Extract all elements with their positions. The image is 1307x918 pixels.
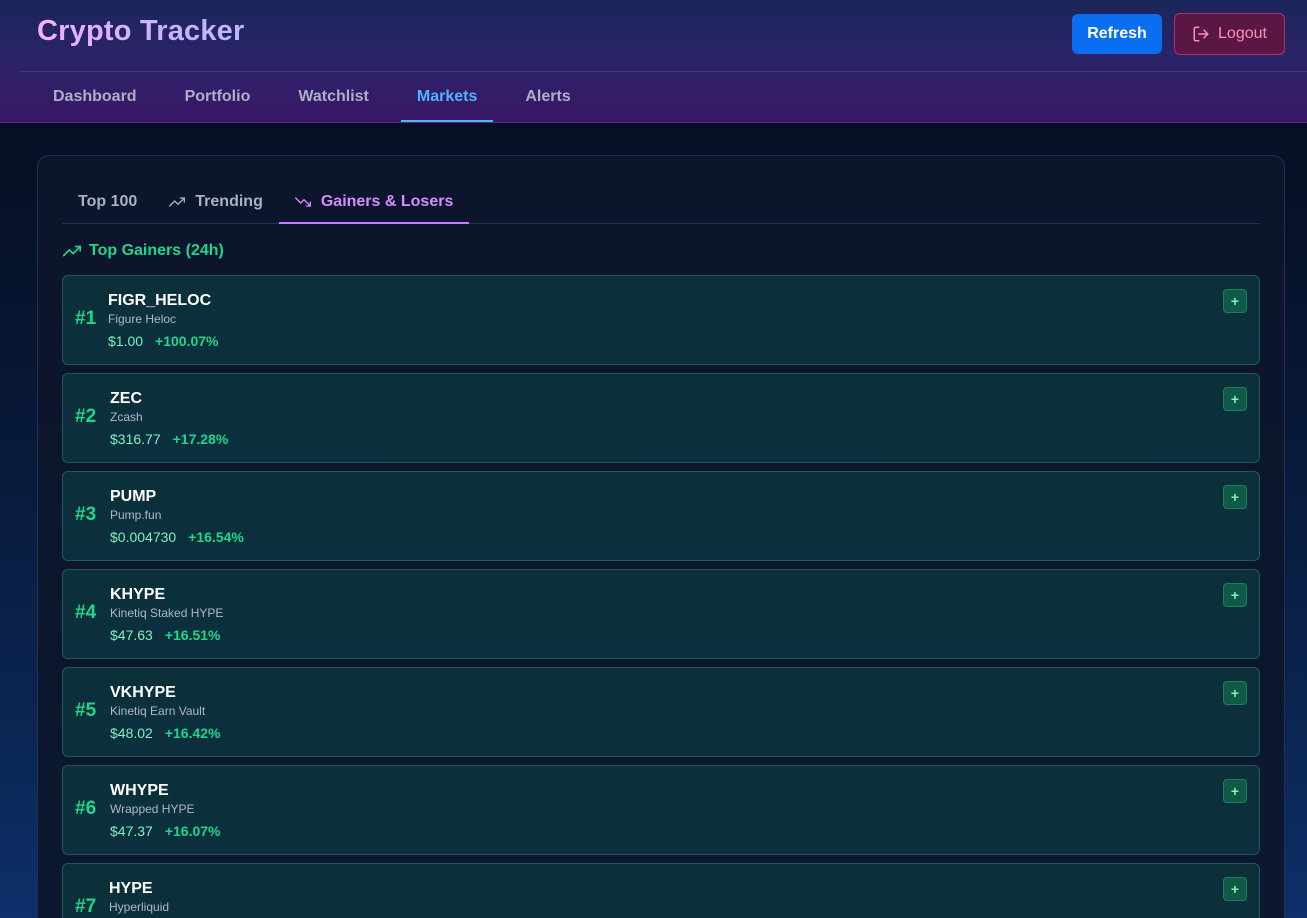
nav-dashboard[interactable]: Dashboard bbox=[37, 72, 153, 122]
header: Crypto Tracker Refresh Logout Dashboard … bbox=[0, 0, 1307, 123]
coin-meta: $0.004730 +16.54% bbox=[110, 528, 244, 546]
list-item[interactable]: #6 WHYPE Wrapped HYPE $47.37 +16.07% + bbox=[62, 765, 1260, 855]
add-to-watchlist-button[interactable]: + bbox=[1223, 877, 1247, 901]
coin-meta: $1.00 +100.07% bbox=[108, 332, 219, 350]
coin-name: Pump.fun bbox=[110, 508, 162, 522]
add-to-watchlist-button[interactable]: + bbox=[1223, 387, 1247, 411]
coin-name: Kinetiq Staked HYPE bbox=[110, 606, 224, 620]
app-root: Crypto Tracker Refresh Logout Dashboard … bbox=[0, 0, 1307, 918]
app-title: Crypto Tracker bbox=[37, 15, 245, 47]
list-item[interactable]: #1 FIGR_HELOC Figure Heloc $1.00 +100.07… bbox=[62, 275, 1260, 365]
rank-label: #3 bbox=[75, 504, 97, 525]
list-item[interactable]: #5 VKHYPE Kinetiq Earn Vault $48.02 +16.… bbox=[62, 667, 1260, 757]
add-to-watchlist-button[interactable]: + bbox=[1223, 289, 1247, 313]
nav-watchlist[interactable]: Watchlist bbox=[282, 72, 385, 122]
tab-trending-label: Trending bbox=[195, 192, 263, 210]
coin-change: +100.07% bbox=[155, 333, 219, 349]
coin-price: $47.37 bbox=[110, 823, 153, 839]
coin-price: $0.004730 bbox=[110, 529, 177, 545]
coin-symbol: FIGR_HELOC bbox=[108, 292, 212, 309]
logout-button[interactable]: Logout bbox=[1174, 13, 1285, 55]
refresh-button[interactable]: Refresh bbox=[1072, 14, 1162, 54]
coin-info: HYPE Hyperliquid bbox=[109, 879, 169, 918]
add-to-watchlist-button[interactable]: + bbox=[1223, 681, 1247, 705]
coin-info: WHYPE Wrapped HYPE $47.37 +16.07% bbox=[110, 781, 221, 840]
list-item[interactable]: #2 ZEC Zcash $316.77 +17.28% + bbox=[62, 373, 1260, 463]
logout-icon bbox=[1192, 25, 1210, 43]
coin-price: $316.77 bbox=[110, 431, 161, 447]
coin-change: +16.51% bbox=[164, 627, 221, 643]
coin-name: Zcash bbox=[110, 410, 143, 424]
tab-gainers-losers[interactable]: Gainers & Losers bbox=[278, 180, 470, 224]
top-gainers-heading: Top Gainers (24h) bbox=[63, 242, 224, 260]
coin-price: $47.63 bbox=[110, 627, 153, 643]
coin-symbol: KHYPE bbox=[110, 586, 166, 603]
coin-name: Hyperliquid bbox=[109, 900, 170, 914]
coin-price: $48.02 bbox=[110, 725, 153, 741]
tab-top-100[interactable]: Top 100 bbox=[62, 180, 153, 223]
rank-label: #1 bbox=[75, 308, 97, 329]
coin-name: Kinetiq Earn Vault bbox=[110, 704, 206, 718]
list-item[interactable]: #3 PUMP Pump.fun $0.004730 +16.54% + bbox=[62, 471, 1260, 561]
coin-info: VKHYPE Kinetiq Earn Vault $48.02 +16.42% bbox=[110, 683, 221, 742]
add-to-watchlist-button[interactable]: + bbox=[1223, 583, 1247, 607]
nav-markets[interactable]: Markets bbox=[400, 72, 494, 122]
coin-name: Figure Heloc bbox=[108, 312, 177, 326]
coin-meta: $47.37 +16.07% bbox=[110, 822, 221, 840]
nav-alerts[interactable]: Alerts bbox=[509, 72, 586, 122]
logout-label: Logout bbox=[1218, 25, 1267, 42]
trending-up-icon bbox=[63, 242, 81, 260]
section-title: Top Gainers (24h) bbox=[89, 242, 224, 259]
trending-down-icon bbox=[294, 194, 311, 210]
tab-gainers-losers-label: Gainers & Losers bbox=[320, 192, 454, 210]
add-to-watchlist-button[interactable]: + bbox=[1223, 485, 1247, 509]
coin-change: +16.42% bbox=[164, 725, 221, 741]
rank-label: #5 bbox=[75, 700, 97, 721]
markets-tabs: Top 100 Trending Gainers & Losers bbox=[62, 180, 1260, 224]
trending-up-icon bbox=[169, 194, 186, 210]
rank-label: #7 bbox=[75, 896, 97, 917]
tab-trending[interactable]: Trending bbox=[153, 180, 279, 223]
coin-meta: $48.02 +16.42% bbox=[110, 724, 221, 742]
coin-info: KHYPE Kinetiq Staked HYPE $47.63 +16.51% bbox=[110, 585, 223, 644]
coin-info: PUMP Pump.fun $0.004730 +16.54% bbox=[110, 487, 244, 546]
coin-symbol: PUMP bbox=[110, 488, 157, 505]
main-nav: Dashboard Portfolio Watchlist Markets Al… bbox=[37, 72, 603, 122]
coin-name: Wrapped HYPE bbox=[110, 802, 195, 816]
coin-change: +17.28% bbox=[172, 431, 229, 447]
coin-symbol: VKHYPE bbox=[110, 684, 176, 701]
list-item[interactable]: #4 KHYPE Kinetiq Staked HYPE $47.63 +16.… bbox=[62, 569, 1260, 659]
coin-symbol: ZEC bbox=[110, 390, 142, 407]
gainers-list: #1 FIGR_HELOC Figure Heloc $1.00 +100.07… bbox=[62, 275, 1260, 918]
coin-change: +16.07% bbox=[164, 823, 221, 839]
rank-label: #6 bbox=[75, 798, 97, 819]
coin-info: FIGR_HELOC Figure Heloc $1.00 +100.07% bbox=[108, 291, 219, 350]
coin-meta: $47.63 +16.51% bbox=[110, 626, 223, 644]
add-to-watchlist-button[interactable]: + bbox=[1223, 779, 1247, 803]
coin-symbol: WHYPE bbox=[110, 782, 169, 799]
coin-symbol: HYPE bbox=[109, 880, 153, 897]
nav-portfolio[interactable]: Portfolio bbox=[169, 72, 267, 122]
coin-info: ZEC Zcash $316.77 +17.28% bbox=[110, 389, 228, 448]
coin-meta: $316.77 +17.28% bbox=[110, 430, 228, 448]
markets-panel: Top 100 Trending Gainers & Losers Top Ga… bbox=[37, 155, 1285, 918]
tab-top-100-label: Top 100 bbox=[78, 192, 138, 210]
rank-label: #4 bbox=[75, 602, 97, 623]
coin-price: $1.00 bbox=[108, 333, 144, 349]
rank-label: #2 bbox=[75, 406, 97, 427]
coin-change: +16.54% bbox=[188, 529, 244, 545]
list-item[interactable]: #7 HYPE Hyperliquid + bbox=[62, 863, 1260, 918]
